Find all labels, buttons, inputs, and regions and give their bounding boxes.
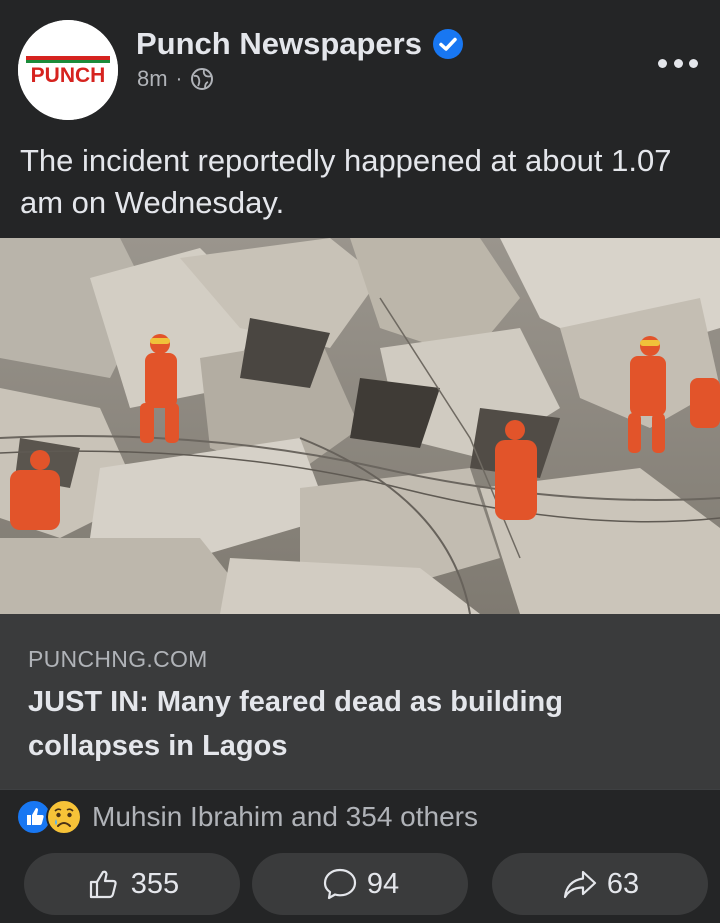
thumbs-up-icon: [89, 870, 117, 899]
post-time[interactable]: 8m: [137, 66, 168, 92]
logo-text: PUNCH: [31, 64, 106, 87]
share-arrow-icon: [563, 870, 596, 899]
meta-separator: ·: [175, 67, 183, 90]
comment-button[interactable]: 94: [252, 853, 468, 915]
link-domain: PUNCHNG.COM: [28, 646, 208, 672]
like-button[interactable]: 355: [24, 853, 240, 915]
reactions-summary[interactable]: Muhsin Ibrahim and 354 others: [16, 797, 478, 837]
page-avatar[interactable]: PUNCH: [18, 20, 118, 120]
post-caption: The incident reportedly happened at abou…: [20, 143, 672, 220]
more-dot-icon: [673, 58, 683, 68]
more-dot-icon: [689, 58, 698, 68]
like-count: 355: [130, 867, 180, 900]
link-preview[interactable]: PUNCHNG.COM JUST IN: Many feared dead as…: [0, 614, 720, 789]
share-count: 63: [606, 867, 640, 900]
comment-bubble-icon: [323, 868, 356, 900]
sad-icon: [46, 799, 82, 835]
punch-logo: PUNCH: [18, 20, 118, 120]
page-name[interactable]: Punch Newspapers: [136, 26, 422, 62]
post-meta: 8m ·: [137, 66, 214, 92]
share-button[interactable]: 63: [492, 853, 708, 915]
divider: [0, 789, 720, 790]
collapsed-building-photo: [0, 238, 720, 614]
link-headline[interactable]: JUST IN: Many feared dead as building co…: [28, 680, 688, 768]
facebook-post: PUNCH Punch Newspapers 8m · The incident…: [0, 0, 720, 923]
reactors-text[interactable]: Muhsin Ibrahim and 354 others: [92, 801, 478, 833]
more-dot-icon: [658, 58, 667, 68]
globe-icon: [191, 68, 214, 90]
verified-badge-icon: [432, 29, 463, 59]
more-options-button[interactable]: [658, 58, 698, 68]
page-name-row[interactable]: Punch Newspapers: [136, 26, 464, 62]
action-bar: 355 94 63: [12, 853, 708, 915]
post-image[interactable]: [0, 238, 720, 614]
comment-count: 94: [366, 867, 400, 900]
